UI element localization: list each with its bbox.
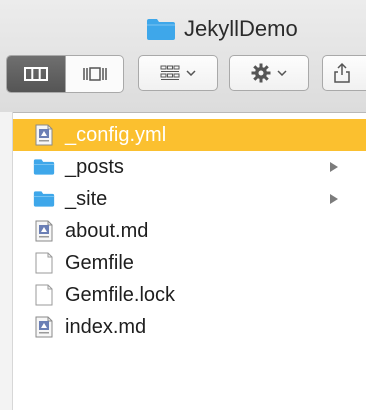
- toolbar: JekyllDemo: [0, 0, 366, 113]
- blank-file-icon: [33, 251, 55, 275]
- view-mode-control: [6, 55, 124, 93]
- file-row[interactable]: Gemfile.lock: [13, 279, 366, 311]
- file-row[interactable]: about.md: [13, 215, 366, 247]
- chevron-down-icon: [277, 70, 287, 76]
- disclosure-arrow-icon[interactable]: [330, 162, 338, 172]
- file-name: _site: [65, 187, 108, 210]
- column-view-button[interactable]: [7, 56, 65, 92]
- cover-flow-view-button[interactable]: [65, 56, 123, 92]
- file-name: Gemfile.lock: [65, 283, 176, 306]
- file-row[interactable]: _posts: [13, 151, 366, 183]
- column-view-icon: [24, 67, 48, 81]
- share-icon: [334, 62, 350, 83]
- file-name: _config.yml: [65, 123, 167, 146]
- folder-icon: [147, 19, 175, 40]
- document-icon: [33, 219, 55, 243]
- folder-icon: [33, 187, 55, 211]
- file-row[interactable]: _site: [13, 183, 366, 215]
- action-button[interactable]: [229, 55, 309, 91]
- file-name: about.md: [65, 219, 149, 242]
- grid-arrange-icon: [160, 65, 180, 80]
- cover-flow-icon: [82, 67, 107, 81]
- chevron-down-icon: [186, 70, 196, 76]
- file-row[interactable]: Gemfile: [13, 247, 366, 279]
- file-name: Gemfile: [65, 251, 134, 274]
- sidebar-edge: [0, 112, 13, 410]
- finder-window: JekyllDemo _config.yml _posts _site abou…: [0, 0, 366, 410]
- window-title: JekyllDemo: [146, 14, 298, 44]
- document-icon: [33, 123, 55, 147]
- document-icon: [33, 315, 55, 339]
- file-name: _posts: [65, 155, 124, 178]
- file-name: index.md: [65, 315, 147, 338]
- window-title-text: JekyllDemo: [184, 16, 298, 41]
- disclosure-arrow-icon[interactable]: [330, 194, 338, 204]
- arrange-button[interactable]: [138, 55, 218, 91]
- file-row[interactable]: index.md: [13, 311, 366, 343]
- file-row[interactable]: _config.yml: [13, 119, 366, 151]
- blank-file-icon: [33, 283, 55, 307]
- folder-icon: [33, 155, 55, 179]
- share-button[interactable]: [322, 55, 366, 91]
- gear-icon: [251, 63, 271, 83]
- file-list: _config.yml _posts _site about.md Gemfile Gem…: [13, 119, 366, 343]
